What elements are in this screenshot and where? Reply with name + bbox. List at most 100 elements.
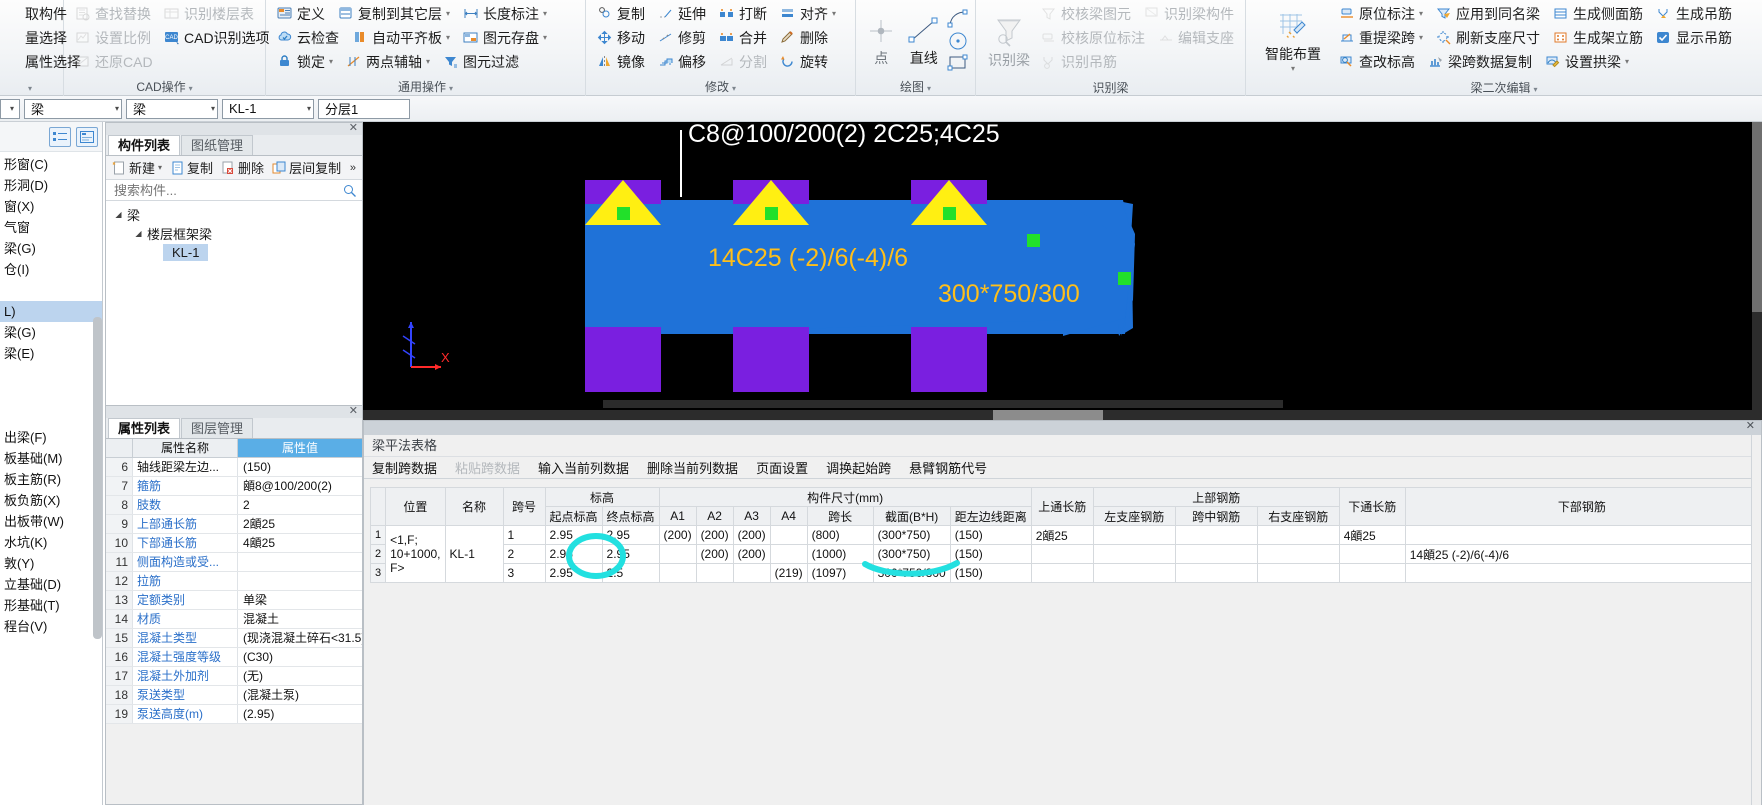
chevron-down-icon[interactable]: ▾ [1419,33,1423,42]
cell-left-support[interactable] [1092,525,1176,545]
ribbon-item-pick-component[interactable]: 取构件 [0,2,72,26]
sidebar-item-7-selected[interactable]: L) [0,301,102,322]
cell-dist-left[interactable]: (150) [949,544,1032,564]
ribbon-item-generate-erection-bar[interactable]: 生成架立筋 [1548,26,1648,50]
cell-a4[interactable] [769,544,808,564]
cell-a2[interactable] [695,563,734,583]
combo-component[interactable]: KL-1 ▾ [222,98,314,119]
row-value[interactable] [238,572,362,590]
combo-layer[interactable]: 分层1 [318,98,410,119]
chevron-down-icon[interactable]: ▾ [543,9,547,18]
delete-component-button[interactable]: 删除 [221,158,264,177]
ribbon-item-extend[interactable]: 延伸 [653,2,711,26]
sidebar-item-9[interactable]: 梁(E) [0,343,102,364]
ribbon-item-define[interactable]: 定义 [272,2,330,26]
copy-component-button[interactable]: 复制 [170,158,213,177]
cell-a1[interactable]: (200) [658,525,697,545]
chevron-down-icon[interactable]: ▾ [28,84,32,93]
tab-component-list[interactable]: 构件列表 [108,135,181,155]
draw-line-button[interactable]: 直线 [903,5,945,77]
sidebar-item-11[interactable] [0,385,102,406]
chevron-down-icon[interactable]: ▾ [543,33,547,42]
ribbon-item-refresh-support-size[interactable]: 刷新支座尺寸 [1431,26,1545,50]
chevron-down-icon[interactable]: ▾ [449,84,453,93]
tab-drawing-management[interactable]: 图纸管理 [181,135,254,155]
arc-icon[interactable] [947,9,969,29]
table-row[interactable]: 7 箍筋 䪿8@100/200(2) [106,477,362,496]
cell-right-support[interactable] [1256,563,1340,583]
draw-point-button[interactable]: 点 [862,5,901,77]
cell-section[interactable]: 300*750/300 [872,563,951,583]
chevron-down-icon[interactable]: ▾ [446,33,450,42]
chevron-down-icon[interactable]: ▾ [1625,57,1629,66]
row-value[interactable]: 2䪿25 [238,515,362,533]
ribbon-item-re-extract-beam-span[interactable]: 重提梁跨 ▾ [1334,26,1428,50]
row-value[interactable]: 䪿8@100/200(2) [238,477,362,495]
sidebar-item-1[interactable]: 形洞(D) [0,175,102,196]
row-value[interactable]: (现浇混凝土碎石<31.5) [238,629,362,647]
cell-top-through[interactable]: 2䪿25 [1030,525,1094,545]
ribbon-item-delete[interactable]: 删除 [775,26,833,50]
sidebar-item-0[interactable]: 形窗(C) [0,154,102,175]
table-row[interactable]: 12 拉筋 [106,572,362,591]
sidebar-item-6[interactable] [0,280,102,301]
cell-a3[interactable]: (200) [732,525,771,545]
chevron-down-icon[interactable]: ▾ [1534,85,1538,94]
cell-mid[interactable] [1174,525,1258,545]
ribbon-item-trim[interactable]: 修剪 [653,26,711,50]
table-row[interactable]: 10 下部通长筋 4䪿25 [106,534,362,553]
sidebar-item-2[interactable]: 窗(X) [0,196,102,217]
ribbon-item-beam-span-data-copy[interactable]: 梁跨数据复制 [1423,50,1537,74]
cell-a4[interactable] [769,525,808,545]
ribbon-item-edit-support[interactable]: 编辑支座 [1153,26,1239,50]
ribbon-item-element-save[interactable]: 图元存盘 ▾ [458,26,552,50]
ribbon-item-batch-select[interactable]: 量选择 [0,26,72,50]
action-copy-span-data[interactable]: 复制跨数据 [372,458,437,477]
action-page-setup[interactable]: 页面设置 [756,458,808,477]
ribbon-item-restore-cad[interactable]: 还原CAD [70,50,158,74]
cell-end-elev[interactable]: 2.95 [601,544,660,564]
sidebar-item-18[interactable]: 水坑(K) [0,532,102,553]
action-swap-start-span[interactable]: 调换起始跨 [826,458,891,477]
ribbon-item-recognize-floor-table[interactable]: 识别楼层表 [159,2,259,26]
ribbon-item-show-hoist-bar[interactable]: 显示吊筋 [1651,26,1737,50]
action-paste-span-data[interactable]: 粘贴跨数据 [455,458,520,477]
table-row[interactable]: 1 <1,F; 10+1000, F> KL-1 1 2.95 2.95 (20… [369,525,1760,583]
cell-end-elev[interactable]: 2.5 [601,563,660,583]
chevron-down-icon[interactable]: ▾ [426,57,430,66]
sidebar-item-17[interactable]: 出板带(W) [0,511,102,532]
chevron-down-icon[interactable]: ▾ [832,9,836,18]
cell-section[interactable]: (300*750) [872,525,951,545]
ribbon-item-copy[interactable]: 复制 [592,2,650,26]
sidebar-item-5[interactable]: 仓(I) [0,259,102,280]
ribbon-item-length-dimension[interactable]: 长度标注 ▾ [458,2,552,26]
row-value[interactable]: 2 [238,496,362,514]
table-row[interactable]: 16 混凝土强度等级 (C30) [106,648,362,667]
chevron-expanded-icon[interactable]: ◢ [112,210,125,219]
cell-top-through[interactable] [1030,563,1094,583]
ribbon-item-two-point-aux-axis[interactable]: 两点辅轴 ▾ [341,50,435,74]
sidebar-item-12[interactable] [0,406,102,427]
recognize-beam-button[interactable]: 识别梁 [982,2,1036,80]
ribbon-item-check-modify-elevation[interactable]: 查改标高 [1334,50,1420,74]
ribbon-item-cad-options[interactable]: CAD CAD识别选项 [159,26,275,50]
cell-start-elev[interactable]: 2.95 [544,563,603,583]
cell-span-length[interactable]: (1000) [806,544,874,564]
combo-category[interactable]: 梁 ▾ [24,98,122,119]
cell-left-support[interactable] [1092,563,1176,583]
row-value[interactable]: 混凝土 [238,610,362,628]
circle-icon[interactable] [947,31,969,51]
cell-right-support[interactable] [1256,544,1340,564]
show-hoist-bar-checkbox[interactable] [1656,30,1673,46]
ribbon-item-check-inplace-note[interactable]: 校核原位标注 [1036,26,1150,50]
tree-node-kl1[interactable]: KL-1 [106,243,362,262]
ribbon-item-recognize-beam-component[interactable]: 识别梁构件 [1139,2,1239,26]
cell-a1[interactable] [658,544,697,564]
cell-span-no[interactable]: 3 [502,563,546,583]
ribbon-item-break[interactable]: 打断 [714,2,772,26]
tree-node-frame-beam[interactable]: ◢ 楼层框架梁 [106,224,362,243]
cell-a4[interactable]: (219) [769,563,808,583]
table-row[interactable]: 17 混凝土外加剂 (无) [106,667,362,686]
cell-span-length[interactable]: (1097) [806,563,874,583]
cad-canvas[interactable]: C8@100/200(2) 2C25;4C25 14C25 (-2)/6(-4)… [363,122,1762,420]
